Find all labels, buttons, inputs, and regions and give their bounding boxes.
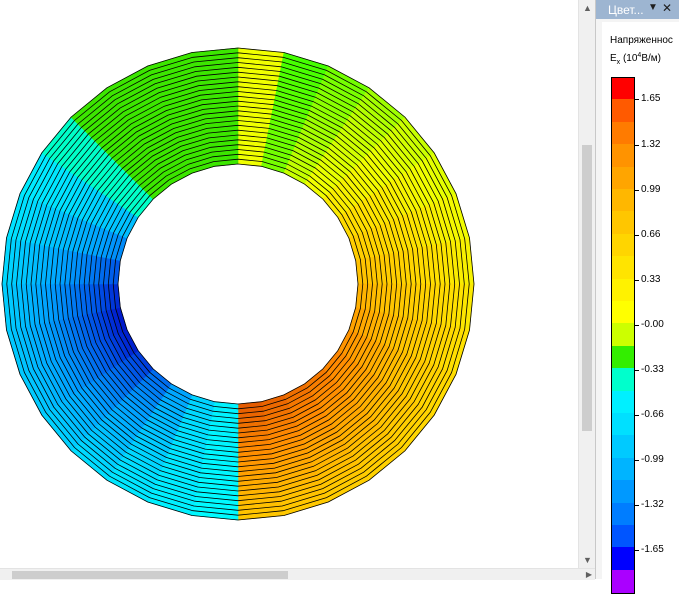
legend-tick <box>635 234 639 236</box>
legend-tick <box>635 370 639 371</box>
legend-label: -0.33 <box>641 364 664 375</box>
vertical-scrollbar[interactable]: ▲ ▼ <box>578 0 596 568</box>
legend-swatch <box>611 323 635 347</box>
legend-swatch <box>611 211 635 235</box>
legend-label: 1.32 <box>641 138 661 150</box>
model-viewport[interactable] <box>0 0 578 568</box>
scroll-down-arrow-icon[interactable]: ▼ <box>579 552 596 568</box>
legend-swatch <box>611 480 635 504</box>
legend-body: Напряженнос Ex (104В/м) 1.65 1.32 0.99 0.66… <box>602 22 679 594</box>
legend-label: -1.32 <box>641 499 664 511</box>
legend-label: -0.00 <box>641 318 664 330</box>
legend-tick <box>635 189 639 191</box>
legend-swatch <box>611 525 635 548</box>
contour-line <box>117 163 359 405</box>
pin-icon[interactable]: ▼ <box>648 2 658 13</box>
panel-title-bar[interactable]: Цвет... ▼ ✕ <box>596 0 679 19</box>
legend-swatch <box>611 144 635 168</box>
legend-tick <box>635 505 639 507</box>
legend-label: -1.65 <box>641 544 664 556</box>
legend-label: -0.66 <box>641 409 664 421</box>
legend-tick <box>635 144 639 146</box>
legend-tick <box>635 415 639 417</box>
legend-swatch <box>611 121 635 145</box>
legend-label: 0.99 <box>641 183 661 195</box>
vertical-scroll-thumb[interactable] <box>582 145 592 431</box>
legend-swatch <box>611 189 635 212</box>
legend-swatch <box>611 413 635 436</box>
color-legend-panel: Цвет... ▼ ✕ Напряженнос Ex (104В/м) 1.65… <box>595 0 679 594</box>
legend-swatch <box>611 233 635 257</box>
legend-swatch <box>611 278 635 302</box>
legend-tick <box>635 99 639 101</box>
legend-units: Ex (104В/м) <box>610 52 661 66</box>
horizontal-scroll-thumb[interactable] <box>12 571 288 579</box>
legend-swatch <box>611 166 635 190</box>
legend-swatch <box>611 435 635 459</box>
legend-swatch <box>611 368 635 392</box>
legend-label: 0.33 <box>641 273 661 285</box>
legend-label: 1.65 <box>641 93 661 105</box>
legend-label: 0.66 <box>641 228 661 240</box>
legend-swatch <box>611 457 635 481</box>
legend-swatch <box>611 256 635 280</box>
legend-tick <box>635 460 639 462</box>
legend-swatch <box>611 301 635 324</box>
color-scale-bar: 1.65 1.32 0.99 0.66 0.33 -0.00 -0.33 -0.66 -0.99… <box>611 77 664 594</box>
legend-tick <box>635 550 639 552</box>
legend-swatch <box>611 345 635 369</box>
scroll-right-arrow-icon[interactable]: ▶ <box>583 569 595 580</box>
legend-swatch <box>611 99 635 123</box>
legend-swatch <box>611 390 635 414</box>
legend-tick <box>635 324 639 326</box>
field-ring-plot <box>1 47 475 521</box>
scroll-up-arrow-icon[interactable]: ▲ <box>579 0 596 16</box>
legend-swatch <box>611 569 635 594</box>
close-icon[interactable]: ✕ <box>662 1 672 15</box>
panel-title: Цвет... <box>608 3 644 17</box>
legend-tick <box>635 279 639 281</box>
legend-swatch <box>611 502 635 526</box>
legend-title: Напряженнос <box>610 35 673 46</box>
legend-swatch <box>611 77 635 101</box>
horizontal-scrollbar[interactable]: ▶ <box>0 568 595 580</box>
legend-swatch <box>611 547 635 571</box>
legend-label: -0.99 <box>641 454 664 466</box>
